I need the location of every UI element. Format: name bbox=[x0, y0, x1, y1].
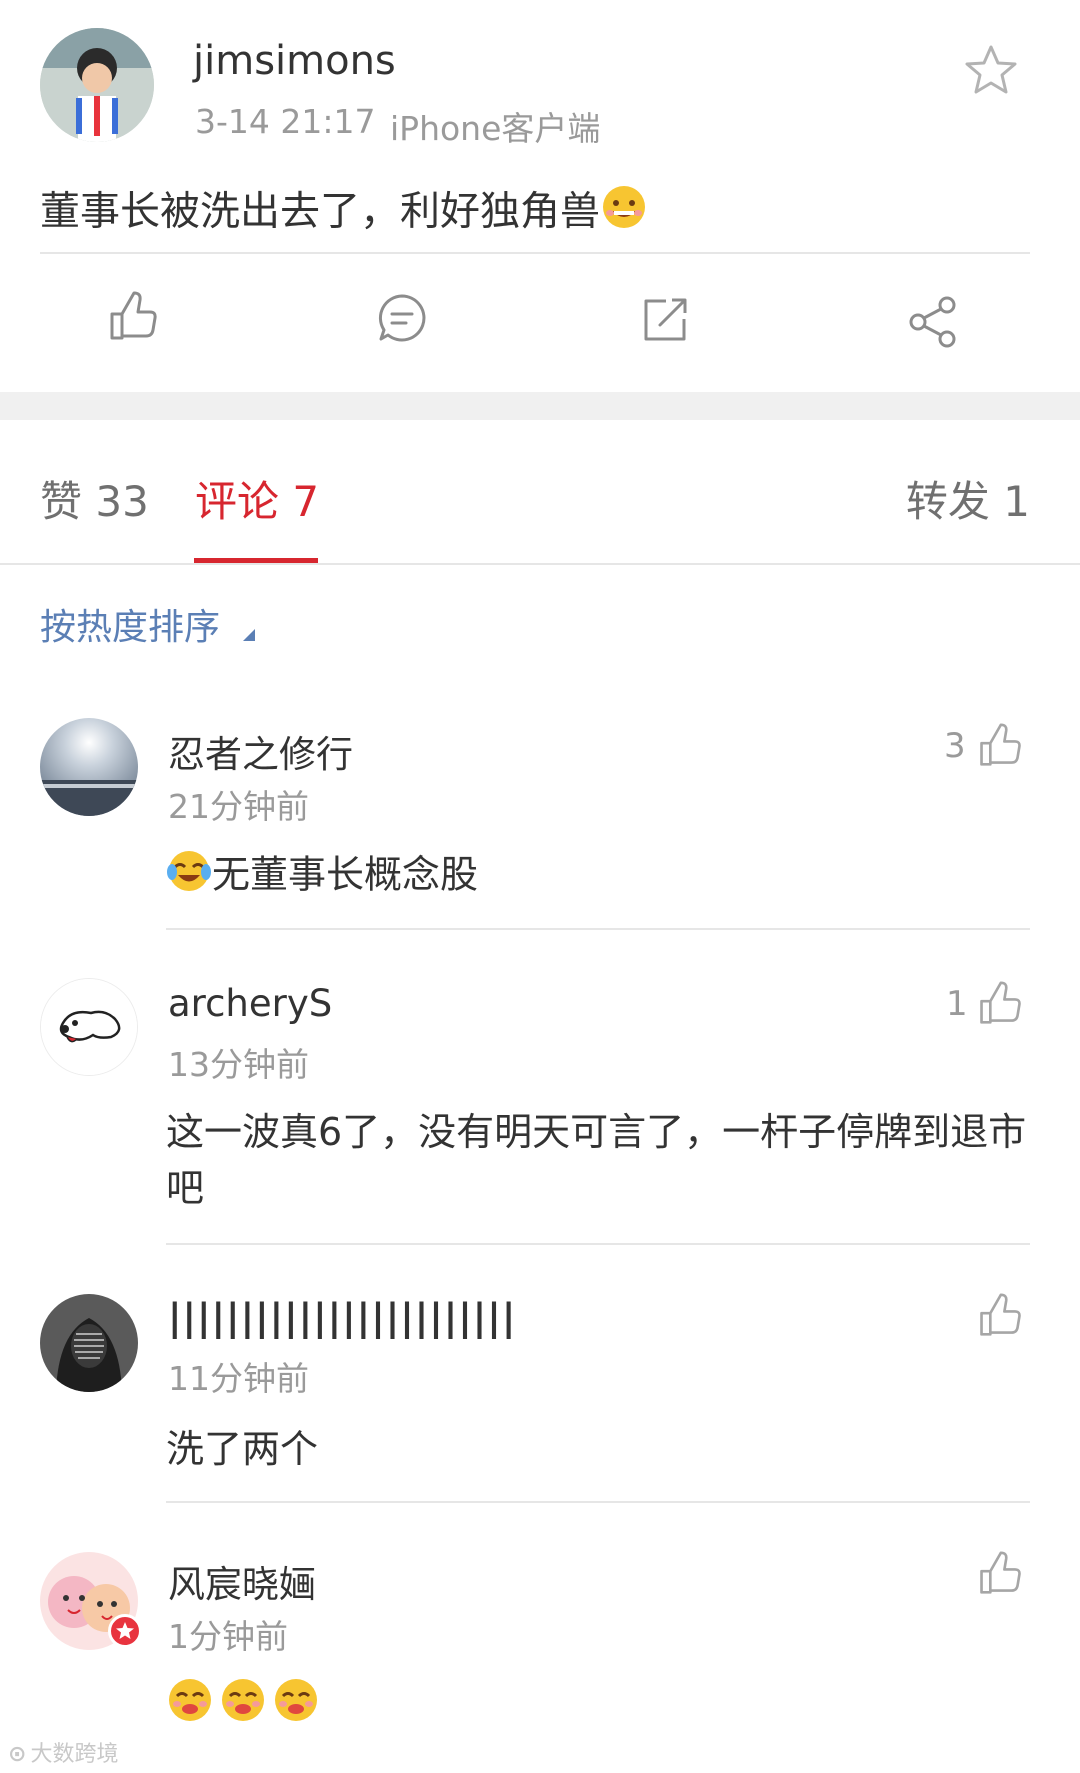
comment-text-body: 无董事长概念股 bbox=[212, 852, 479, 897]
grin-sweat-emoji bbox=[600, 183, 648, 244]
comment-like-icon[interactable] bbox=[978, 722, 1022, 768]
sort-label: 按热度排序 bbox=[40, 607, 221, 648]
comment-avatar[interactable] bbox=[40, 718, 138, 816]
comment-time: 1分钟前 bbox=[168, 1617, 288, 1656]
sort-dropdown[interactable]: 按热度排序 bbox=[40, 598, 256, 650]
comment-divider bbox=[166, 1243, 1030, 1245]
comment-author[interactable]: 风宸晓婳 bbox=[168, 1554, 316, 1608]
comment-like-icon[interactable] bbox=[978, 1292, 1022, 1338]
comment-like-icon[interactable] bbox=[978, 1550, 1022, 1596]
tab-reposts[interactable]: 转发 1 bbox=[906, 468, 1030, 529]
comment-like-icon[interactable] bbox=[978, 980, 1022, 1026]
caret-down-icon bbox=[241, 609, 256, 650]
watermark-text: 大数跨境 bbox=[30, 1742, 119, 1767]
post-text: 董事长被洗出去了，利好独角兽 bbox=[40, 183, 648, 244]
post-source: iPhone客户端 bbox=[390, 109, 601, 148]
post-divider bbox=[40, 252, 1030, 254]
section-separator bbox=[0, 392, 1080, 420]
comment-emoji-row bbox=[166, 1676, 320, 1728]
comment-avatar[interactable] bbox=[40, 1294, 138, 1392]
comment-time: 13分钟前 bbox=[168, 1045, 309, 1084]
watermark: ⊙ 大数跨境 bbox=[8, 1736, 118, 1768]
verified-badge-icon bbox=[108, 1614, 142, 1648]
comment-icon[interactable] bbox=[376, 292, 428, 344]
tab-comments[interactable]: 评论 7 bbox=[195, 468, 319, 529]
comment-text: 这一波真6了，没有明天可言了，一杆子停牌到退市吧 bbox=[166, 1110, 1027, 1210]
comment-time: 11分钟前 bbox=[168, 1359, 309, 1398]
comment-author[interactable]: archeryS bbox=[168, 982, 332, 1025]
comment-avatar[interactable] bbox=[40, 978, 138, 1076]
comment-like-count: 3 bbox=[944, 726, 966, 766]
post-username[interactable]: jimsimons bbox=[193, 38, 396, 84]
comment-text: 洗了两个 bbox=[166, 1427, 319, 1471]
post-avatar[interactable] bbox=[40, 28, 154, 142]
comment-author[interactable]: 忍者之修行 bbox=[168, 724, 353, 778]
post-time: 3-14 21:17 bbox=[195, 102, 376, 141]
drooling-emoji bbox=[166, 1676, 214, 1728]
comment-text: 无董事长概念股 bbox=[166, 848, 478, 906]
share-icon[interactable] bbox=[907, 295, 959, 349]
tab-likes[interactable]: 赞 33 bbox=[40, 468, 149, 529]
thumbs-up-icon[interactable] bbox=[108, 290, 158, 342]
comment-like-count: 1 bbox=[946, 984, 968, 1024]
crying-laughing-emoji bbox=[166, 848, 212, 906]
comment-divider bbox=[166, 1501, 1030, 1503]
comment-divider bbox=[166, 928, 1030, 930]
drooling-emoji bbox=[272, 1676, 320, 1728]
comment-author[interactable]: |||||||||||||||||||||||| bbox=[168, 1296, 516, 1339]
watermark-logo-icon: ⊙ bbox=[8, 1742, 27, 1767]
drooling-emoji bbox=[219, 1676, 267, 1728]
comment-time: 21分钟前 bbox=[168, 787, 309, 826]
repost-icon[interactable] bbox=[640, 295, 690, 343]
post-text-body: 董事长被洗出去了，利好独角兽 bbox=[40, 188, 600, 235]
tabs-divider bbox=[0, 563, 1080, 565]
star-icon[interactable] bbox=[963, 43, 1019, 97]
